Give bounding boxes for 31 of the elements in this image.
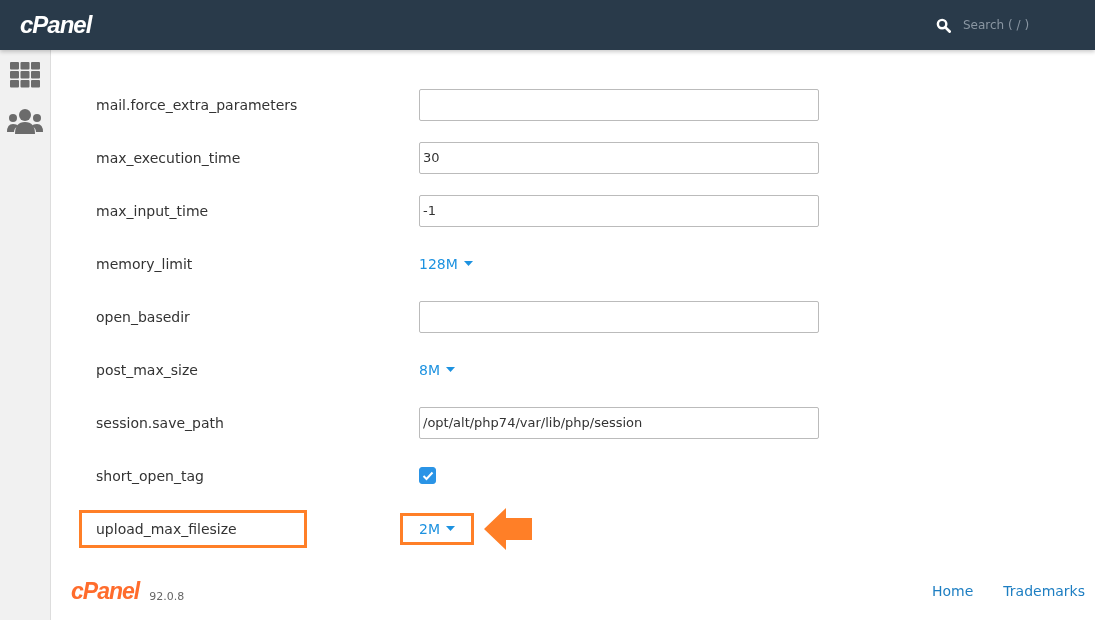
- checkbox[interactable]: [419, 467, 436, 484]
- footer-link[interactable]: Home: [931, 583, 974, 599]
- input-field[interactable]: -1: [419, 194, 819, 227]
- cpanel-logo[interactable]: cPanel: [20, 11, 92, 39]
- arrow-icon: [484, 507, 532, 550]
- setting-label: open_basedir: [96, 308, 190, 325]
- setting-label: session.save_path: [96, 414, 224, 431]
- value-dropdown[interactable]: 128M: [419, 255, 473, 272]
- input-field[interactable]: /opt/alt/php74/var/lib/php/session: [419, 406, 819, 439]
- cpanel-logo: cPanel: [71, 577, 140, 605]
- setting-label: short_open_tag: [96, 467, 204, 484]
- search-icon: [936, 17, 951, 33]
- input-field[interactable]: 30: [419, 141, 819, 174]
- value-dropdown[interactable]: 8M: [419, 361, 455, 378]
- grid-icon[interactable]: [10, 62, 40, 88]
- setting-label: post_max_size: [96, 361, 198, 378]
- input-field[interactable]: [419, 300, 819, 333]
- caret-icon: [446, 526, 455, 531]
- users-icon[interactable]: [7, 108, 43, 134]
- setting-label: mail.force_extra_parameters: [96, 96, 298, 113]
- setting-label: memory_limit: [96, 255, 193, 272]
- setting-label: max_input_time: [96, 202, 209, 219]
- value-dropdown[interactable]: 2M: [419, 520, 455, 537]
- setting-label: upload_max_filesize: [96, 520, 237, 537]
- version-text: 92.0.8: [149, 589, 185, 603]
- caret-icon: [463, 261, 473, 266]
- footer-link[interactable]: Trademarks: [1003, 583, 1085, 599]
- setting-label: max_execution_time: [96, 149, 241, 166]
- caret-icon: [446, 367, 455, 372]
- search-field[interactable]: Search ( / ): [936, 17, 1035, 33]
- input-field[interactable]: [419, 88, 819, 121]
